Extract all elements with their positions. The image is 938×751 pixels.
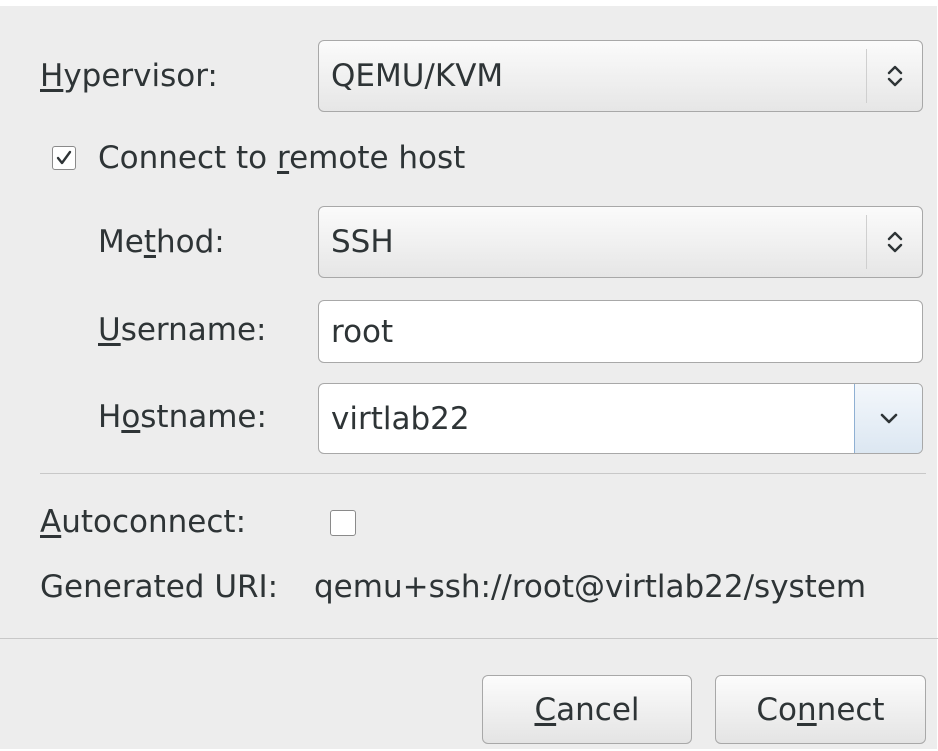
hypervisor-combo[interactable]: QEMU/KVM <box>318 40 923 112</box>
hypervisor-value: QEMU/KVM <box>331 58 504 94</box>
hostname-label: Hostname: <box>98 399 267 435</box>
hypervisor-label: Hypervisor: <box>40 58 218 94</box>
autoconnect-checkbox[interactable] <box>330 510 356 536</box>
updown-chevron-icon <box>867 41 922 111</box>
hostname-value: virtlab22 <box>331 400 470 437</box>
username-value: root <box>331 313 394 350</box>
updown-chevron-icon <box>867 207 922 277</box>
method-label: Method: <box>98 224 225 260</box>
connect-button[interactable]: Co n nect <box>715 675 926 744</box>
username-label: Username: <box>98 312 267 348</box>
generated-uri-label: Generated URI: <box>40 569 279 605</box>
hostname-dropdown-button[interactable] <box>854 384 922 453</box>
add-connection-dialog: Hypervisor: QEMU/KVM Connect to remote h… <box>0 0 938 751</box>
method-value: SSH <box>331 224 394 260</box>
chevron-down-icon <box>880 413 897 423</box>
remote-host-checkbox[interactable] <box>52 146 76 170</box>
autoconnect-label: Autoconnect: <box>40 504 247 540</box>
method-combo[interactable]: SSH <box>318 206 923 278</box>
generated-uri-value: qemu+ssh://root@virtlab22/system <box>314 569 867 605</box>
cancel-button[interactable]: Cancel <box>482 675 692 744</box>
checkmark-icon <box>56 150 72 165</box>
hostname-combo-entry[interactable]: virtlab22 <box>318 383 923 454</box>
section-divider <box>40 473 926 474</box>
username-input[interactable]: root <box>318 300 923 363</box>
button-area-divider <box>0 638 938 639</box>
remote-host-label[interactable]: Connect to remote host <box>98 138 465 178</box>
